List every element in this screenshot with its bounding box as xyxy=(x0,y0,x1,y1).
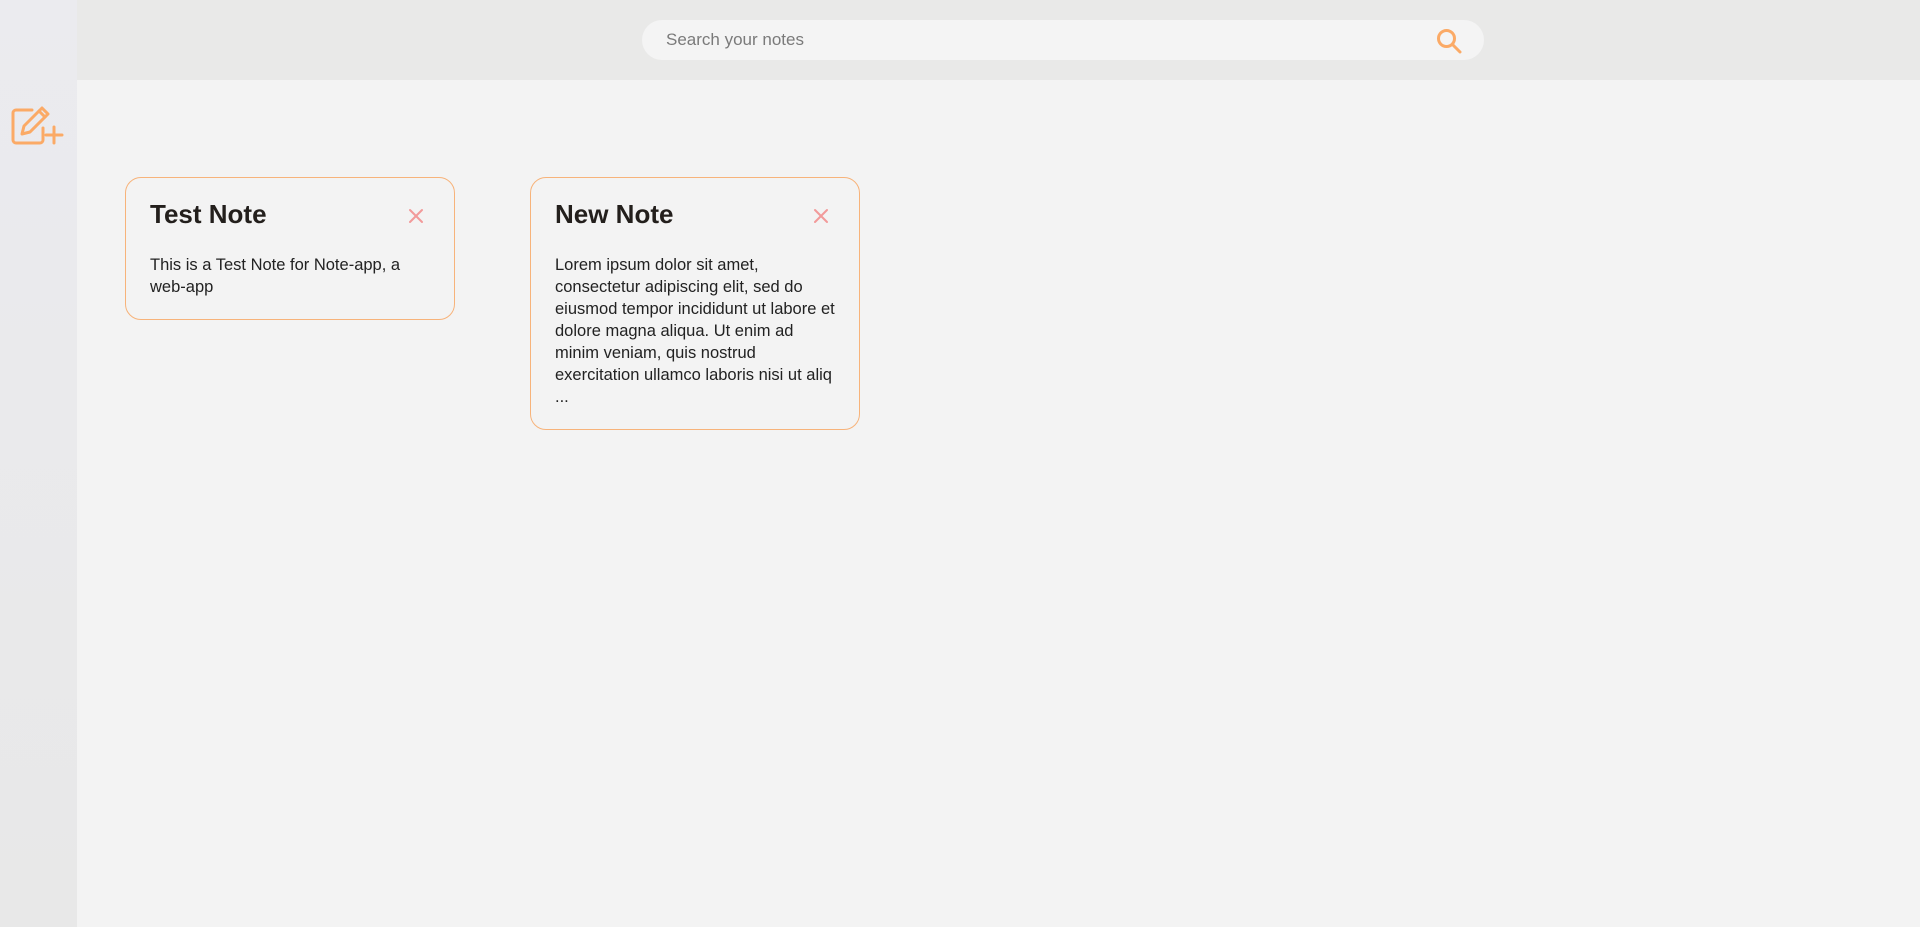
add-note-button[interactable] xyxy=(10,104,66,148)
close-icon[interactable] xyxy=(813,208,829,224)
search-bar xyxy=(642,20,1484,60)
notes-area: Test Note This is a Test Note for Note-a… xyxy=(77,80,1920,927)
note-body: This is a Test Note for Note-app, a web-… xyxy=(150,256,401,296)
sidebar xyxy=(0,0,77,927)
note-card[interactable]: Test Note This is a Test Note for Note-a… xyxy=(125,177,455,320)
note-title: Test Note xyxy=(150,199,267,229)
search-icon[interactable] xyxy=(1436,28,1462,54)
topbar xyxy=(77,0,1920,80)
note-title: New Note xyxy=(555,199,674,229)
close-icon[interactable] xyxy=(408,208,424,224)
edit-plus-icon xyxy=(11,106,64,145)
note-card[interactable]: New Note Lorem ipsum dolor sit amet, con… xyxy=(530,177,860,430)
search-input[interactable] xyxy=(666,20,1426,60)
note-body: Lorem ipsum dolor sit amet, consectetur … xyxy=(555,256,835,406)
